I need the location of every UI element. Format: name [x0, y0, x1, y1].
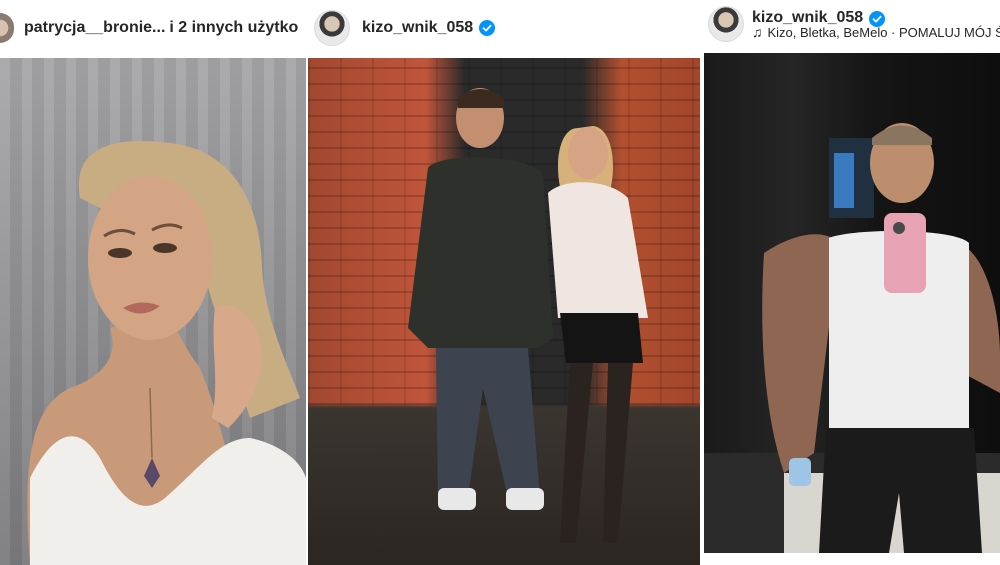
post-photo[interactable] [308, 58, 700, 565]
username[interactable]: kizo_wnik_058 [362, 19, 473, 37]
avatar[interactable] [314, 10, 350, 46]
music-label: Kizo, Bletka, BeMelo · POMALUJ MÓJ ŚW [767, 24, 1000, 40]
post-panel-3: kizo_wnik_058 ♫ Kizo, Bletka, BeMelo · P… [700, 0, 1000, 565]
post-header: kizo_wnik_058 [306, 0, 700, 56]
couple-photo [408, 88, 648, 543]
avatar[interactable] [0, 13, 14, 43]
mirror-selfie-photo [704, 123, 1000, 553]
post-panel-1: patrycja__bronie... i 2 innych użytko [0, 0, 306, 565]
music-info[interactable]: ♫ Kizo, Bletka, BeMelo · POMALUJ MÓJ ŚW [752, 24, 1000, 40]
post-photo[interactable] [704, 53, 1000, 553]
music-note-icon: ♫ [752, 24, 763, 40]
username[interactable]: patrycja__bronie... [24, 19, 165, 37]
post-panel-2: kizo_wnik_058 [306, 0, 700, 565]
post-header: patrycja__bronie... i 2 innych użytko [0, 0, 306, 56]
avatar[interactable] [708, 6, 744, 42]
portrait-photo [27, 141, 306, 565]
collaborators-text[interactable]: i 2 innych użytko [169, 19, 298, 37]
post-photo[interactable] [0, 58, 306, 565]
verified-badge-icon [479, 20, 496, 36]
